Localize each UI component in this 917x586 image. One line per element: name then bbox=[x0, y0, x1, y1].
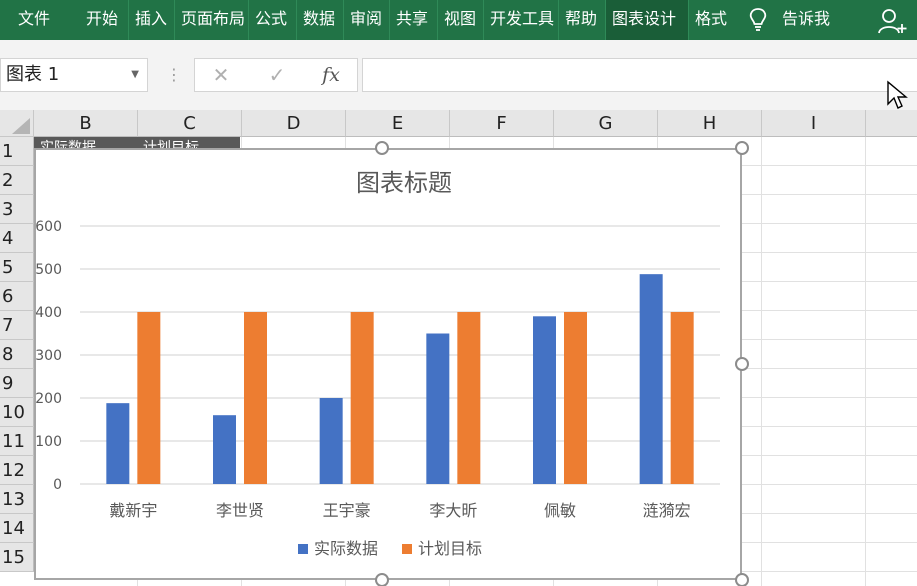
x-category-label: 涟漪宏 bbox=[643, 501, 691, 520]
legend-label: 实际数据 bbox=[314, 539, 378, 558]
row-header-15[interactable]: 15 bbox=[0, 543, 34, 572]
enter-icon[interactable]: ✓ bbox=[257, 59, 297, 91]
row-header-5[interactable]: 5 bbox=[0, 253, 34, 282]
ribbon-tab-2[interactable]: 插入 bbox=[128, 0, 174, 40]
row-header-1[interactable]: 1 bbox=[0, 137, 34, 166]
y-tick-label: 100 bbox=[36, 434, 62, 450]
y-tick-label: 200 bbox=[36, 391, 62, 407]
bar-chart: 图表标题 0 100 200 300 400 500 600 戴新宇 李世贤 王宇豪 李大昕 佩敏 涟漪宏… bbox=[35, 169, 720, 558]
x-category-label: 佩敏 bbox=[544, 501, 576, 520]
ribbon-tab-10[interactable]: 帮助 bbox=[558, 0, 605, 40]
column-header-h[interactable]: H bbox=[658, 110, 762, 137]
insert-function-button[interactable]: fx bbox=[311, 59, 351, 91]
ribbon-tab-5[interactable]: 数据 bbox=[296, 0, 343, 40]
y-tick-label: 0 bbox=[53, 477, 62, 493]
row-header-4[interactable]: 4 bbox=[0, 224, 34, 253]
ribbon-tab-11[interactable]: 图表设计 bbox=[605, 0, 688, 40]
ribbon-tabs-bar: 文件 开始 插入 页面布局 公式 数据 审阅 共享 视图 开发工具 帮助 图表设计 格式 告诉我 bbox=[0, 0, 917, 40]
cancel-icon[interactable]: ✕ bbox=[201, 59, 241, 91]
x-category-label: 李世贤 bbox=[216, 501, 264, 520]
resize-handle-top-right[interactable] bbox=[735, 141, 749, 155]
legend-label: 计划目标 bbox=[418, 539, 482, 558]
row-header-14[interactable]: 14 bbox=[0, 514, 34, 543]
bar-actual bbox=[426, 333, 450, 484]
y-tick-label: 500 bbox=[36, 262, 62, 278]
chevron-down-icon[interactable]: ▼ bbox=[131, 59, 139, 91]
row-header-2[interactable]: 2 bbox=[0, 166, 34, 195]
more-vert-icon[interactable]: ⋮ bbox=[166, 64, 182, 86]
column-header-g[interactable]: G bbox=[554, 110, 658, 137]
bar-actual bbox=[106, 403, 130, 484]
bar-actual bbox=[319, 398, 343, 484]
excel-window: 文件 开始 插入 页面布局 公式 数据 审阅 共享 视图 开发工具 帮助 图表设计 格式 告诉我 图表 … bbox=[0, 0, 917, 586]
chart-object[interactable]: 图表标题 0 100 200 300 400 500 600 戴新宇 李世贤 王宇豪 李大昕 佩敏 涟漪宏… bbox=[34, 148, 742, 580]
row-header-8[interactable]: 8 bbox=[0, 340, 34, 369]
column-header-e[interactable]: E bbox=[346, 110, 450, 137]
column-gridline bbox=[761, 137, 762, 586]
bar-target bbox=[457, 312, 481, 484]
y-tick-label: 300 bbox=[36, 348, 62, 364]
row-header-7[interactable]: 7 bbox=[0, 311, 34, 340]
bar-actual bbox=[533, 316, 556, 484]
bar-target bbox=[244, 312, 267, 484]
bar-actual bbox=[213, 415, 236, 484]
x-category-label: 王宇豪 bbox=[323, 501, 371, 520]
formula-input[interactable] bbox=[362, 58, 917, 92]
bar-actual bbox=[639, 274, 663, 484]
legend-swatch bbox=[402, 544, 412, 554]
bar-target bbox=[670, 312, 694, 484]
ribbon-tab-12[interactable]: 格式 bbox=[688, 0, 733, 40]
column-header-d[interactable]: D bbox=[242, 110, 346, 137]
name-box[interactable]: 图表 1 ▼ bbox=[0, 58, 148, 92]
y-tick-label: 600 bbox=[36, 219, 62, 235]
row-header-6[interactable]: 6 bbox=[0, 282, 34, 311]
formula-buttons: ✕ ✓ fx bbox=[194, 58, 358, 92]
person-add-icon[interactable] bbox=[878, 8, 908, 34]
resize-handle-bottom-right[interactable] bbox=[735, 573, 749, 586]
bar-target bbox=[137, 312, 161, 484]
ribbon-tab-6[interactable]: 审阅 bbox=[343, 0, 389, 40]
bar-target bbox=[564, 312, 587, 484]
row-header-13[interactable]: 13 bbox=[0, 485, 34, 514]
tell-me-search[interactable]: 告诉我 bbox=[782, 0, 830, 40]
resize-handle-top[interactable] bbox=[375, 141, 389, 155]
resize-handle-bottom[interactable] bbox=[375, 573, 389, 586]
column-header-c[interactable]: C bbox=[138, 110, 242, 137]
resize-handle-right[interactable] bbox=[735, 357, 749, 371]
ribbon-tab-9[interactable]: 开发工具 bbox=[483, 0, 558, 40]
ribbon-tab-7[interactable]: 共享 bbox=[389, 0, 437, 40]
row-header-10[interactable]: 10 bbox=[0, 398, 34, 427]
ribbon-tab-3[interactable]: 页面布局 bbox=[174, 0, 248, 40]
y-tick-label: 400 bbox=[36, 305, 62, 321]
row-header-11[interactable]: 11 bbox=[0, 427, 34, 456]
ribbon-tab-4[interactable]: 公式 bbox=[248, 0, 296, 40]
row-header-9[interactable]: 9 bbox=[0, 369, 34, 398]
row-header-12[interactable]: 12 bbox=[0, 456, 34, 485]
column-header-b[interactable]: B bbox=[34, 110, 138, 137]
column-gridline bbox=[865, 137, 866, 586]
column-header-overflow[interactable] bbox=[866, 110, 917, 137]
ribbon-tab-1[interactable]: 开始 bbox=[80, 0, 128, 40]
select-all-corner[interactable] bbox=[0, 110, 34, 137]
corner-triangle-icon bbox=[12, 118, 30, 134]
x-category-label: 李大昕 bbox=[429, 501, 477, 520]
mouse-cursor-icon bbox=[887, 80, 908, 109]
ribbon-tab-0[interactable]: 文件 bbox=[12, 0, 64, 40]
name-box-value: 图表 1 bbox=[6, 64, 60, 85]
chart-title: 图表标题 bbox=[356, 169, 452, 197]
row-header-3[interactable]: 3 bbox=[0, 195, 34, 224]
bar-target bbox=[350, 312, 374, 484]
ribbon-tab-8[interactable]: 视图 bbox=[437, 0, 483, 40]
column-header-f[interactable]: F bbox=[450, 110, 554, 137]
column-header-i[interactable]: I bbox=[762, 110, 866, 137]
lightbulb-icon bbox=[749, 8, 767, 31]
x-category-label: 戴新宇 bbox=[109, 501, 157, 520]
legend-swatch bbox=[298, 544, 308, 554]
